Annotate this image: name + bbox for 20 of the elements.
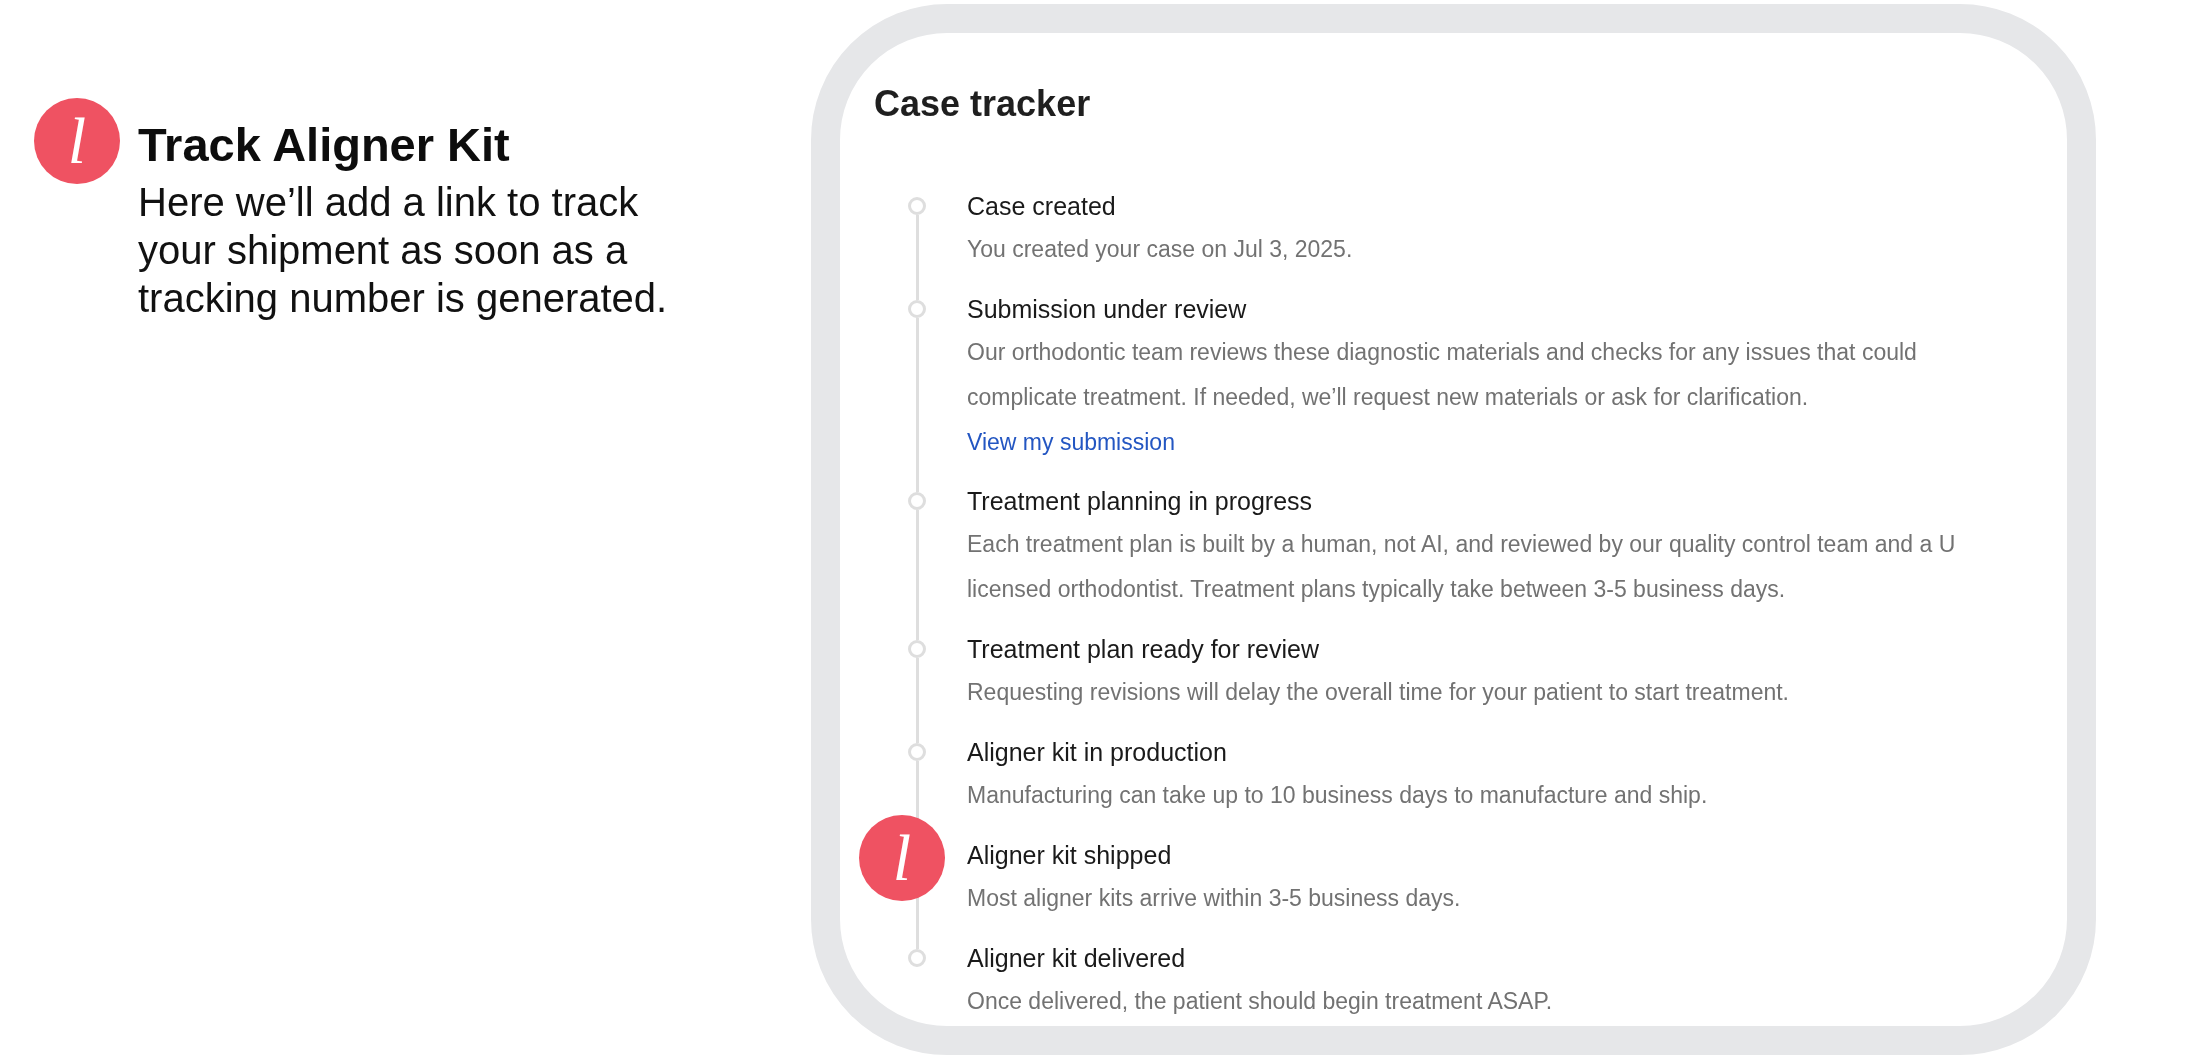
step-title: Treatment planning in progress [967, 486, 1313, 517]
annotation-marker: l [34, 98, 120, 184]
card-title: Case tracker [874, 82, 1091, 126]
step-description: You created your case on Jul 3, 2025. [967, 235, 1353, 264]
step-description: Manufacturing can take up to 10 business days to manufacture and ship. [967, 781, 1708, 810]
view-submission-link[interactable]: View my submission [967, 420, 1175, 464]
step-description: Once delivered, the patient should begin treatment ASAP. [967, 987, 1553, 1016]
annotation-marker: l [859, 815, 945, 901]
callout-text: Here we’ll add a link to track your shipment as soon as a tracking number is generated. [138, 179, 668, 322]
callout-title: Track Aligner Kit [138, 117, 510, 173]
step-description: Each treatment plan is built by a human, not AI, and reviewed by our quality control team and a U licensed orthodontist. Treatment plans typically take between 3-5 business days. [967, 530, 1956, 604]
step-title: Case created [967, 191, 1116, 222]
step-description: Our orthodontic team reviews these diagnostic materials and checks for any issues that could complicate treatment. If needed, we’ll request new materials or ask for clarification. [967, 338, 1917, 412]
step-description: Most aligner kits arrive within 3-5 business days. [967, 884, 1461, 913]
step-title: Aligner kit in production [967, 737, 1227, 768]
step-title: Aligner kit delivered [967, 943, 1186, 974]
step-title: Aligner kit shipped [967, 840, 1172, 871]
step-description: Requesting revisions will delay the overall time for your patient to start treatment. [967, 678, 1789, 707]
step-title: Treatment plan ready for review [967, 634, 1319, 665]
step-title: Submission under review [967, 294, 1247, 325]
